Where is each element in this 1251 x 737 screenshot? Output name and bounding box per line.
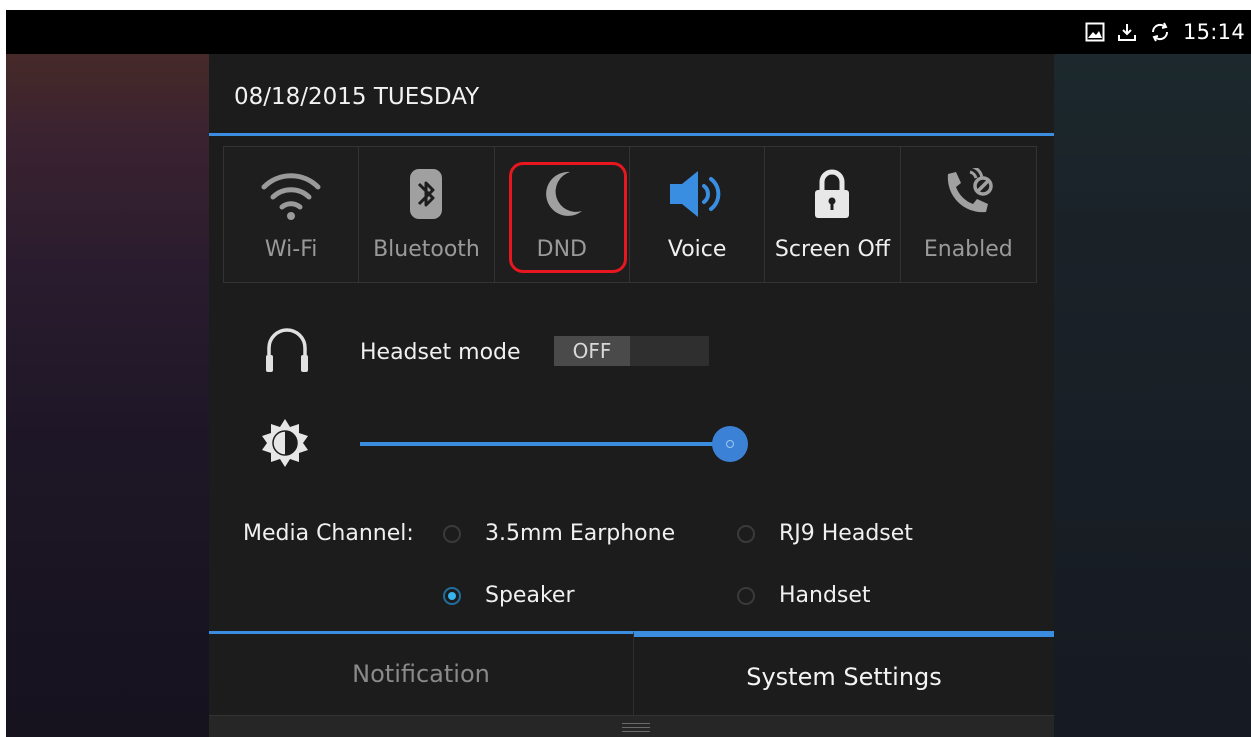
headset-mode-label: Headset mode xyxy=(360,340,521,365)
tile-wifi[interactable]: Wi-Fi xyxy=(224,147,360,282)
option-speaker-label[interactable]: Speaker xyxy=(485,583,574,608)
tile-screen-off[interactable]: Screen Off xyxy=(765,147,901,282)
panel-tabs: Notification System Settings xyxy=(209,631,1054,715)
header-divider xyxy=(209,133,1054,136)
image-icon xyxy=(1085,22,1105,42)
option-rj9-headset-label[interactable]: RJ9 Headset xyxy=(779,521,913,546)
call-block-icon xyxy=(901,167,1036,221)
tab-notification[interactable]: Notification xyxy=(209,631,634,715)
headset-mode-row: Headset mode OFF xyxy=(209,314,1054,384)
wallpaper-right xyxy=(1054,10,1251,737)
wifi-icon xyxy=(224,167,358,221)
brightness-row xyxy=(209,409,1054,479)
date-label: 08/18/2015 TUESDAY xyxy=(234,84,480,110)
radio-button[interactable] xyxy=(443,525,461,543)
status-bar: 15:14 xyxy=(6,10,1251,54)
download-icon xyxy=(1117,22,1137,42)
media-channel-label: Media Channel: xyxy=(243,521,414,546)
option-3-5mm-earphone-label[interactable]: 3.5mm Earphone xyxy=(485,521,675,546)
status-icons: 15:14 xyxy=(1085,10,1245,54)
speaker-icon xyxy=(630,167,764,221)
headset-icon xyxy=(261,322,313,378)
tab-notification-label: Notification xyxy=(352,660,490,688)
tile-bluetooth[interactable]: Bluetooth xyxy=(359,147,495,282)
brightness-icon xyxy=(259,417,311,473)
device-screen: 15:14 08/18/2015 TUESDAY Wi-Fi Bluetooth… xyxy=(6,10,1251,737)
tile-voice[interactable]: Voice xyxy=(629,147,766,282)
media-channel-group: Media Channel: 3.5mm Earphone RJ9 Headse… xyxy=(209,509,1054,629)
radio-button[interactable] xyxy=(737,525,755,543)
panel-drag-handle-bar[interactable] xyxy=(209,715,1054,737)
tile-dnd[interactable]: DND xyxy=(494,147,630,282)
tile-enabled[interactable]: Enabled xyxy=(900,147,1036,282)
lock-icon xyxy=(765,167,899,221)
tab-system-settings-label: System Settings xyxy=(746,663,942,691)
option-handset-label[interactable]: Handset xyxy=(779,583,871,608)
radio-button[interactable] xyxy=(737,587,755,605)
drag-handle-icon[interactable] xyxy=(622,723,650,732)
tab-system-settings[interactable]: System Settings xyxy=(634,631,1054,715)
quick-settings-panel: 08/18/2015 TUESDAY Wi-Fi Bluetooth DND V… xyxy=(209,54,1054,737)
brightness-slider-track[interactable] xyxy=(360,442,730,446)
status-time: 15:14 xyxy=(1182,20,1245,44)
tile-wifi-label: Wi-Fi xyxy=(264,237,318,262)
headset-toggle-value: OFF xyxy=(554,336,630,366)
brightness-slider-handle[interactable] xyxy=(712,426,748,462)
tile-screen-off-label: Screen Off xyxy=(774,237,891,262)
panel-header: 08/18/2015 TUESDAY xyxy=(209,54,1054,136)
moon-icon xyxy=(495,167,629,221)
sync-icon xyxy=(1149,21,1171,43)
tile-dnd-label: DND xyxy=(536,237,587,262)
radio-button-selected[interactable] xyxy=(443,587,461,605)
quick-settings-tiles: Wi-Fi Bluetooth DND Voice Screen Off Ena… xyxy=(223,146,1037,283)
bluetooth-icon xyxy=(359,167,493,221)
headset-mode-toggle[interactable]: OFF xyxy=(554,336,709,366)
tile-enabled-label: Enabled xyxy=(923,237,1013,262)
tile-bluetooth-label: Bluetooth xyxy=(373,237,480,262)
tile-voice-label: Voice xyxy=(667,237,727,262)
